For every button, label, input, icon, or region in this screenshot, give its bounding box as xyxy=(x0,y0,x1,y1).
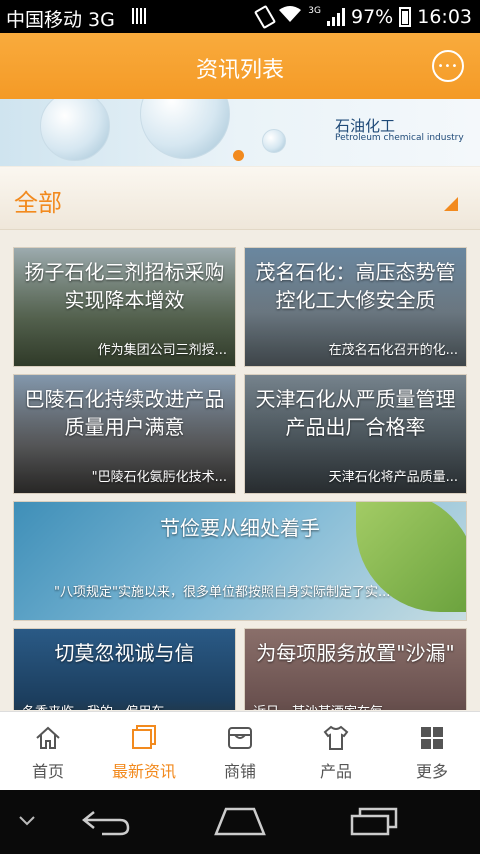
offshore-rig-bubble-image xyxy=(140,99,230,159)
news-title: 节俭要从细处着手 xyxy=(160,516,320,540)
chevron-down-icon[interactable] xyxy=(18,814,36,828)
news-summary: "八项规定"实施以来，很多单位都按照自身实际制定了实... xyxy=(54,585,391,600)
vibrate-icon xyxy=(254,4,277,29)
small-bubble-image xyxy=(262,129,286,153)
battery-percent: 97% xyxy=(351,5,394,28)
home-button-icon[interactable] xyxy=(214,806,266,836)
tab-label: 最新资讯 xyxy=(111,762,176,781)
chat-bubble-icon[interactable]: ••• xyxy=(432,50,464,82)
battery-icon xyxy=(399,6,412,27)
grid-icon xyxy=(421,727,443,749)
signal-icon xyxy=(327,7,345,26)
tab-news[interactable]: 最新资讯 xyxy=(96,712,192,790)
category-label: 全部 xyxy=(14,189,62,217)
status-bar: 中国移动 3G 3G 97% 16:03 xyxy=(0,0,480,33)
news-card[interactable]: 扬子石化三剂招标采购实现降本增效 作为集团公司三剂授... xyxy=(13,247,236,367)
clock: 16:03 xyxy=(417,5,472,28)
tab-products[interactable]: 产品 xyxy=(288,712,384,790)
tab-label: 商铺 xyxy=(223,762,256,781)
carrier-label: 中国移动 3G xyxy=(6,9,115,31)
news-title: 切莫忽视诚与信 xyxy=(54,641,195,665)
news-card[interactable]: 茂名石化：高压态势管控化工大修安全质 在茂名石化召开的化... xyxy=(244,247,467,367)
banner-page-indicator xyxy=(233,150,244,161)
page-title: 资讯列表 xyxy=(195,58,284,83)
news-summary: 天津石化将产品质量... xyxy=(328,470,458,485)
recent-apps-icon[interactable] xyxy=(350,806,400,836)
news-card[interactable]: 天津石化从严质量管理 产品出厂合格率 天津石化将产品质量... xyxy=(244,374,467,494)
news-summary: 在茂名石化召开的化... xyxy=(328,343,458,358)
oil-rig-bubble-image xyxy=(40,99,110,161)
tab-shop[interactable]: 商铺 xyxy=(192,712,288,790)
system-nav-bar xyxy=(0,790,480,854)
news-card[interactable]: 巴陵石化持续改进产品质量用户满意 "巴陵石化氨肟化技术... xyxy=(13,374,236,494)
news-summary: 近日，某沙某酒家在每... xyxy=(253,701,458,710)
news-card[interactable]: 为每项服务放置"沙漏" 近日，某沙某酒家在每... xyxy=(244,628,467,710)
news-title: 茂名石化：高压态势管控化工大修安全质 xyxy=(255,260,456,312)
news-card[interactable]: 节俭要从细处着手 "八项规定"实施以来，很多单位都按照自身实际制定了实... xyxy=(13,501,467,621)
news-title: 扬子石化三剂招标采购实现降本增效 xyxy=(24,260,225,312)
news-summary: 作为集团公司三剂授... xyxy=(97,343,227,358)
tab-label: 产品 xyxy=(319,762,352,781)
shirt-icon xyxy=(323,725,349,750)
news-summary: "巴陵石化氨肟化技术... xyxy=(91,470,227,485)
tab-more[interactable]: 更多 xyxy=(384,712,480,790)
back-icon[interactable] xyxy=(82,808,132,836)
title-bar: 资讯列表 ••• xyxy=(0,33,480,99)
news-summary: 冬季来临，我的...偏用车... xyxy=(22,701,227,710)
news-title: 为每项服务放置"沙漏" xyxy=(256,641,455,665)
bottom-tab-bar: 首页 最新资讯 商铺 产品 更多 xyxy=(0,711,480,790)
triangle-down-icon xyxy=(444,197,458,211)
tab-home[interactable]: 首页 xyxy=(0,712,96,790)
news-title: 巴陵石化持续改进产品质量用户满意 xyxy=(24,387,225,439)
banner-brand-en: Petroleum chemical industry xyxy=(335,133,464,143)
news-title: 天津石化从严质量管理 产品出厂合格率 xyxy=(255,387,467,439)
tab-label: 更多 xyxy=(415,762,448,781)
news-card[interactable]: 切莫忽视诚与信 冬季来临，我的...偏用车... xyxy=(13,628,236,710)
tab-label: 首页 xyxy=(31,762,64,781)
news-grid: 扬子石化三剂招标采购实现降本增效 作为集团公司三剂授... 茂名石化：高压态势管… xyxy=(0,230,480,710)
network-type: 3G xyxy=(308,5,321,16)
news-icon xyxy=(132,725,156,749)
wifi-icon xyxy=(278,5,302,28)
sim-icon xyxy=(132,8,146,24)
shop-icon xyxy=(228,727,252,749)
category-selector[interactable]: 全部 xyxy=(0,167,480,230)
home-icon xyxy=(36,726,60,749)
